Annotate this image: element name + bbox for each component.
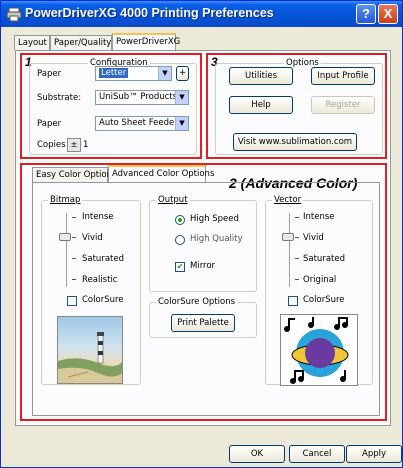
tab-layout[interactable]: Layout bbox=[14, 35, 50, 50]
tick-mark bbox=[295, 237, 299, 238]
vector-level-vivid: Vivid bbox=[303, 233, 324, 243]
bitmap-slider-thumb[interactable] bbox=[59, 233, 71, 241]
chevron-down-icon: ▼ bbox=[175, 91, 188, 104]
cancel-button[interactable]: Cancel bbox=[289, 445, 345, 463]
tick-mark bbox=[72, 217, 76, 218]
utilities-button[interactable]: Utilities bbox=[229, 67, 293, 85]
copies-label: Copies bbox=[37, 140, 66, 150]
mirror-checkbox[interactable]: ✔ bbox=[175, 262, 185, 272]
vector-colorsure-label: ColorSure bbox=[303, 295, 345, 305]
register-button[interactable]: Register bbox=[311, 96, 375, 114]
copies-value[interactable]: 1 bbox=[83, 140, 88, 150]
printer-icon bbox=[6, 7, 22, 22]
copies-spinner[interactable]: ± bbox=[67, 138, 81, 152]
visit-website-button[interactable]: Visit www.sublimation.com bbox=[233, 133, 357, 151]
tab-easy-color-options[interactable]: Easy Color Options bbox=[32, 167, 116, 182]
paper-source-select[interactable]: Auto Sheet Feeder ▼ bbox=[95, 116, 189, 131]
tab-powerdriverxg[interactable]: PowerDriverXG bbox=[112, 33, 180, 51]
tick-mark bbox=[72, 237, 76, 238]
high-speed-label: High Speed bbox=[190, 214, 239, 224]
close-button[interactable]: X bbox=[378, 4, 398, 24]
vector-level-intense: Intense bbox=[303, 212, 335, 222]
ok-button[interactable]: OK bbox=[229, 445, 285, 463]
help-options-button[interactable]: Help bbox=[229, 96, 293, 114]
bitmap-level-intense: Intense bbox=[82, 212, 114, 222]
print-palette-button[interactable]: Print Palette bbox=[171, 314, 235, 332]
output-legend: Output bbox=[156, 195, 190, 205]
tick-mark bbox=[295, 258, 299, 259]
bitmap-colorsure-label: ColorSure bbox=[82, 295, 124, 305]
vector-level-saturated: Saturated bbox=[303, 254, 345, 264]
music-clipart-image bbox=[284, 317, 349, 384]
tick-mark bbox=[72, 279, 76, 280]
bitmap-colorsure-checkbox[interactable] bbox=[67, 296, 77, 306]
vector-level-original: Original bbox=[303, 275, 337, 285]
bitmap-slider-track[interactable] bbox=[66, 213, 68, 287]
substrate-label: Substrate: bbox=[37, 93, 82, 103]
apply-button[interactable]: Apply bbox=[346, 445, 402, 463]
mirror-label: Mirror bbox=[190, 261, 216, 271]
add-paper-button[interactable]: + bbox=[176, 66, 189, 81]
high-quality-radio[interactable] bbox=[175, 235, 185, 245]
bitmap-level-realistic: Realistic bbox=[82, 275, 118, 285]
bitmap-legend: Bitmap bbox=[48, 195, 83, 205]
paper-source-label: Paper bbox=[37, 119, 62, 129]
paper-select[interactable]: Letter ▼ bbox=[95, 66, 172, 81]
printing-preferences-dialog: PowerDriverXG 4000 Printing Preferences … bbox=[0, 0, 403, 468]
tick-mark bbox=[295, 279, 299, 280]
chevron-down-icon: ▼ bbox=[175, 117, 188, 130]
tick-mark bbox=[72, 258, 76, 259]
help-button[interactable]: ? bbox=[356, 4, 376, 24]
paper-label: Paper bbox=[37, 69, 62, 79]
vector-slider-track[interactable] bbox=[289, 213, 291, 287]
tab-paper-quality[interactable]: Paper/Quality bbox=[50, 35, 112, 50]
vector-legend: Vector bbox=[272, 195, 304, 205]
substrate-select[interactable]: UniSub™ Products ▼ bbox=[95, 90, 189, 105]
input-profile-button[interactable]: Input Profile bbox=[311, 67, 375, 85]
bitmap-level-vivid: Vivid bbox=[82, 233, 103, 243]
bitmap-level-saturated: Saturated bbox=[82, 254, 124, 264]
title-bar[interactable]: PowerDriverXG 4000 Printing Preferences … bbox=[1, 1, 402, 27]
window-title: PowerDriverXG 4000 Printing Preferences bbox=[25, 6, 274, 20]
vector-slider-thumb[interactable] bbox=[282, 233, 294, 241]
bitmap-preview-image bbox=[57, 316, 123, 384]
vector-preview-image bbox=[280, 314, 358, 386]
colorsure-options-legend: ColorSure Options bbox=[156, 297, 238, 307]
tick-mark bbox=[295, 217, 299, 218]
lighthouse-landscape-image bbox=[58, 332, 122, 383]
chevron-down-icon: ▼ bbox=[158, 67, 171, 80]
high-speed-radio[interactable] bbox=[175, 215, 185, 225]
vector-colorsure-checkbox[interactable] bbox=[288, 296, 298, 306]
high-quality-label: High Quality bbox=[190, 234, 243, 244]
tab-advanced-color-options[interactable]: Advanced Color Options bbox=[108, 165, 214, 183]
